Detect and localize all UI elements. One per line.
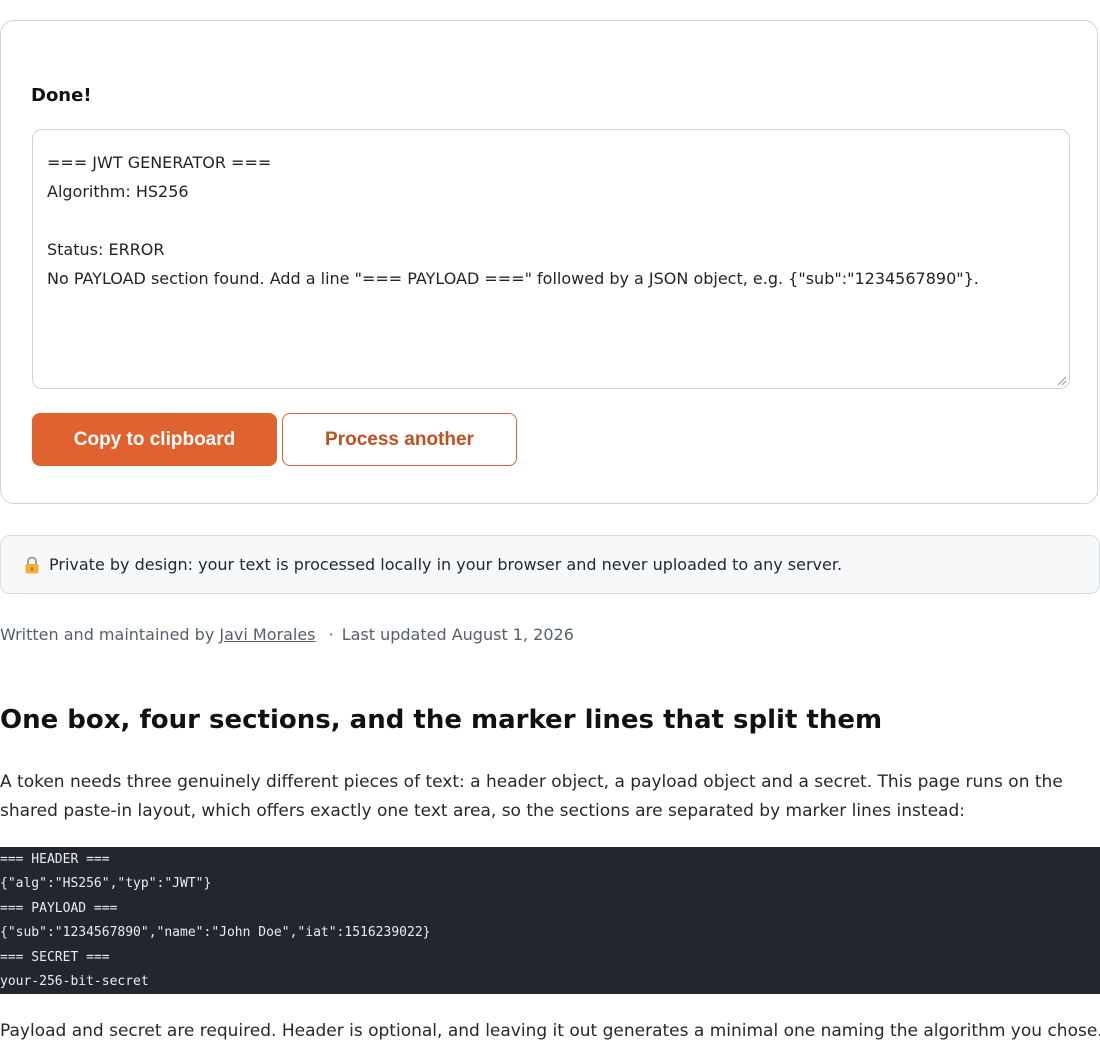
code-block: === HEADER === {"alg":"HS256","typ":"JWT… — [0, 847, 1100, 994]
code-line: === SECRET === — [0, 949, 110, 965]
section-heading: One box, four sections, and the marker l… — [0, 705, 883, 735]
output-line: Status: ERROR — [47, 240, 165, 259]
code-line: {"alg":"HS256","typ":"JWT"} — [0, 876, 212, 892]
output-line: Algorithm: HS256 — [47, 182, 189, 201]
copy-to-clipboard-button[interactable]: Copy to clipboard — [32, 413, 277, 466]
output-line: === JWT GENERATOR === — [47, 153, 272, 172]
status-heading: Done! — [31, 85, 92, 106]
code-line: {"sub":"1234567890","name":"John Doe","i… — [0, 925, 431, 941]
output-textarea[interactable]: === JWT GENERATOR === Algorithm: HS256 St… — [32, 129, 1070, 389]
article-paragraph: A token needs three genuinely different … — [0, 772, 1063, 821]
result-card: Done! === JWT GENERATOR === Algorithm: HS… — [0, 20, 1098, 504]
last-updated: Last updated August 1, 2026 — [341, 625, 574, 644]
author-link[interactable]: Javi Morales — [219, 625, 315, 644]
code-line: your-256-bit-secret — [0, 974, 149, 990]
resize-grip-icon[interactable] — [1056, 375, 1066, 385]
output-line: No PAYLOAD section found. Add a line "==… — [47, 269, 979, 288]
code-line: === HEADER === — [0, 852, 110, 867]
byline: Written and maintained by Javi Morales ·… — [0, 625, 574, 644]
privacy-text: Private by design: your text is processe… — [49, 555, 843, 574]
byline-prefix: Written and maintained by — [0, 625, 215, 644]
code-line: === PAYLOAD === — [0, 900, 118, 916]
article-paragraph: Payload and secret are required. Header … — [0, 1021, 1100, 1041]
process-another-button[interactable]: Process another — [282, 413, 517, 466]
lock-icon — [25, 556, 39, 573]
byline-separator: · — [328, 625, 334, 644]
privacy-notice: Private by design: your text is processe… — [0, 535, 1100, 594]
